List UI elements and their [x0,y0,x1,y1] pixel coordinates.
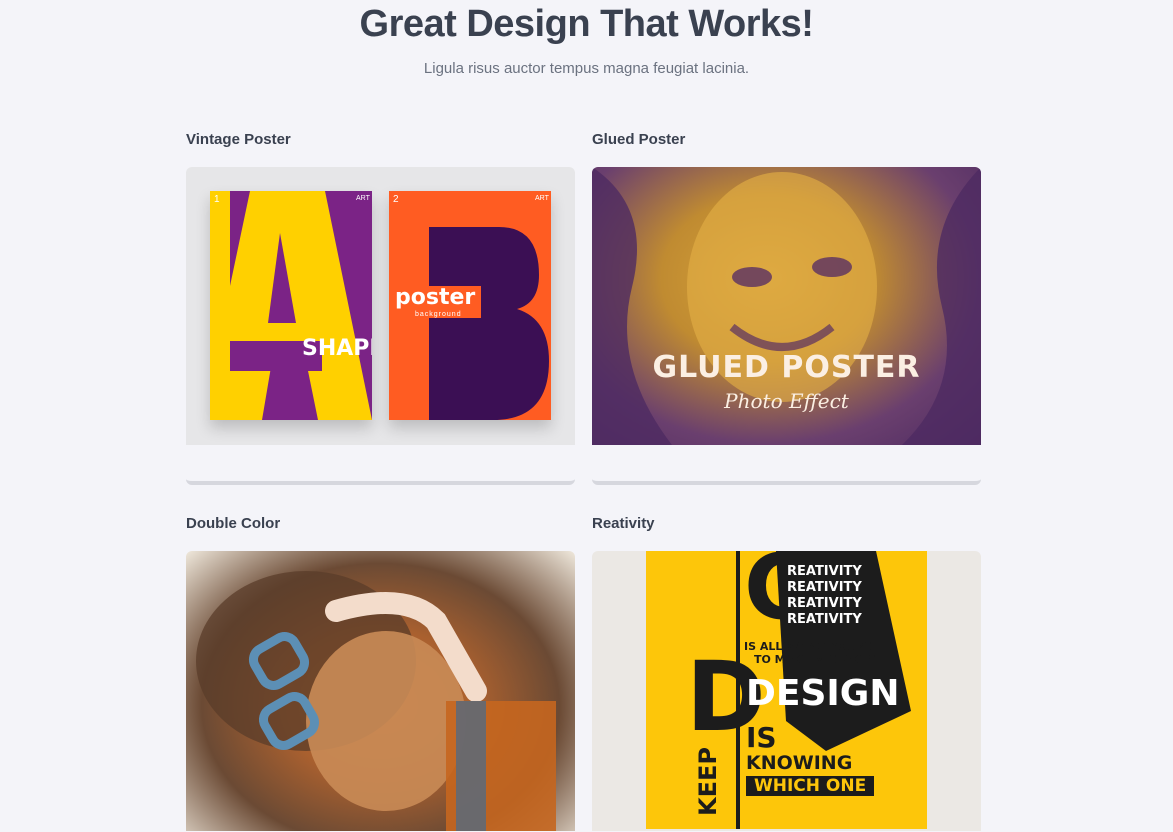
reativity-line-1: REATIVITY [787,564,862,579]
poster-a-tag: ART [356,195,370,202]
card-image[interactable] [186,551,575,831]
reativity-line-3: REATIVITY [787,596,862,611]
poster-a-word: SHAPE [302,336,372,361]
card-title: Double Color [186,515,281,532]
poster-b-sub: background [415,311,462,318]
card-image[interactable]: GLUED POSTER Photo Effect [592,167,981,445]
poster-a: SHAPE 1 ART [210,191,372,420]
page-title: Great Design That Works! [359,3,814,45]
portrait-graphic [196,571,556,831]
card-reativity[interactable]: Reativity C D REATIVITY REATIVITY REATIV… [592,513,981,831]
glued-headline: GLUED POSTER [652,350,921,385]
poster-b-word: poster [395,285,476,310]
card-title: Glued Poster [592,131,686,148]
card-footer [186,445,575,485]
card-title: Reativity [592,515,655,532]
card-glued-poster[interactable]: Glued Poster GLUED POSTER Photo Effect [592,129,981,485]
reativity-line-4: REATIVITY [787,612,862,627]
card-footer [592,445,981,485]
card-double-color[interactable]: Double Color [186,513,575,831]
mistakes-text: TO MAKE MISTAKES [754,653,877,666]
poster-b-number: 2 [393,194,399,205]
card-vintage-poster[interactable]: Vintage Poster SHAPE 1 ART poster backgr… [186,129,575,485]
knowing-text: KNOWING [746,752,853,774]
card-image[interactable]: C D REATIVITY REATIVITY REATIVITY REATIV… [592,551,981,831]
allowing-text: IS ALLOWING YOURSELF [744,640,894,653]
is-text: IS [746,721,777,754]
poster-b-tag: ART [535,195,549,202]
card-title: Vintage Poster [186,131,291,148]
page-subtitle: Ligula risus auctor tempus magna feugiat… [423,60,750,77]
poster-b: poster background 2 ART [389,191,551,420]
poster-a-number: 1 [214,194,220,205]
glued-script: Photo Effect [724,389,849,413]
reativity-line-2: REATIVITY [787,580,862,595]
keep-text: KEEP [694,747,722,816]
reativity-poster: C D REATIVITY REATIVITY REATIVITY REATIV… [646,551,927,829]
letter-a-shape [210,191,372,420]
card-image[interactable]: SHAPE 1 ART poster background 2 ART [186,167,575,445]
design-text: DESIGN [746,673,900,714]
which-one-text: WHICH ONE [746,776,875,796]
